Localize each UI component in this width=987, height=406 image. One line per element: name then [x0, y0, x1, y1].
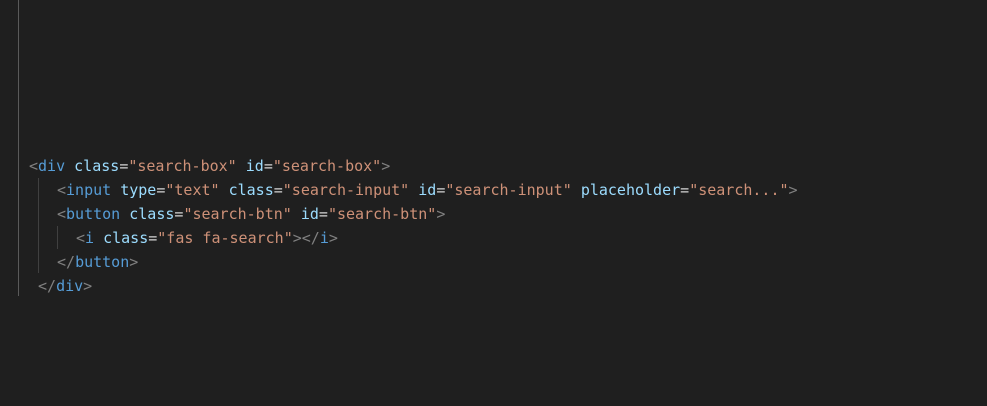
- attr-value: "fas fa-search": [157, 229, 293, 247]
- indent-guide-mid: [38, 178, 39, 273]
- code-editor[interactable]: <div class="search-box" id="search-box">…: [0, 0, 987, 406]
- code-line-3[interactable]: <button class="search-btn" id="search-bt…: [57, 202, 445, 226]
- indent-guide-outer: [18, 0, 19, 296]
- tag-bracket: </: [57, 253, 76, 271]
- tag-name: input: [66, 181, 112, 199]
- code-line-1[interactable]: <div class="search-box" id="search-box">: [29, 154, 390, 178]
- attr-name: id: [245, 157, 264, 175]
- tag-bracket: <: [57, 181, 67, 199]
- tag-name: div: [56, 277, 84, 295]
- tag-bracket: >: [129, 253, 139, 271]
- attr-value: "search-btn": [327, 205, 437, 223]
- attr-value: "search...": [689, 181, 789, 199]
- tag-bracket: <: [57, 205, 67, 223]
- attr-name: class: [74, 157, 120, 175]
- attr-name: id: [418, 181, 437, 199]
- tag-bracket: >: [328, 229, 338, 247]
- attr-name: placeholder: [580, 181, 681, 199]
- tag-bracket: <: [29, 157, 39, 175]
- tag-name: button: [66, 205, 121, 223]
- tag-name: div: [38, 157, 66, 175]
- attr-name: class: [228, 181, 274, 199]
- attr-name: class: [129, 205, 175, 223]
- tag-bracket: <: [76, 229, 86, 247]
- code-line-6[interactable]: </div>: [38, 274, 92, 298]
- attr-value: "search-box": [272, 157, 382, 175]
- attr-value: "search-btn": [183, 205, 292, 223]
- attr-value: "search-box": [128, 157, 237, 175]
- tag-name: i: [319, 229, 329, 247]
- tag-name: button: [75, 253, 130, 271]
- attr-value: "search-input": [445, 181, 572, 199]
- code-line-2[interactable]: <input type="text" class="search-input" …: [57, 178, 798, 202]
- tag-bracket: </: [301, 229, 320, 247]
- attr-name: class: [103, 229, 149, 247]
- attr-value: "search-input": [282, 181, 410, 199]
- tag-bracket: >: [292, 229, 302, 247]
- attr-name: type: [120, 181, 157, 199]
- attr-name: id: [300, 205, 319, 223]
- tag-bracket: >: [381, 157, 391, 175]
- tag-bracket: </: [38, 277, 57, 295]
- code-line-4[interactable]: <i class="fas fa-search"></i>: [76, 226, 338, 250]
- attr-value: "text": [165, 181, 220, 199]
- tag-bracket: >: [83, 277, 93, 295]
- tag-bracket: >: [788, 181, 798, 199]
- indent-guide-inner: [57, 226, 58, 249]
- code-line-5[interactable]: </button>: [57, 250, 138, 274]
- tag-name: i: [85, 229, 95, 247]
- tag-bracket: >: [436, 205, 446, 223]
